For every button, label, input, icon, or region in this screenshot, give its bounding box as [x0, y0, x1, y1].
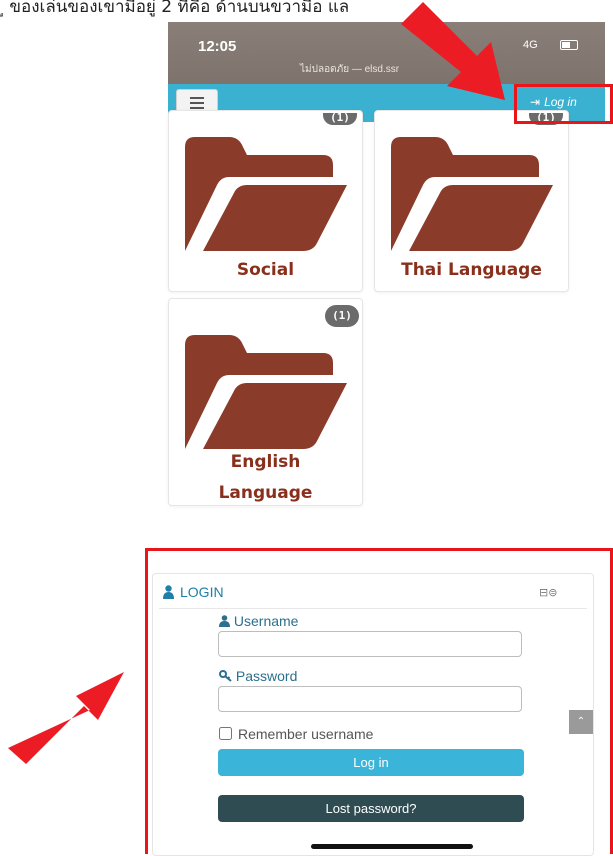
status-bar: 12:05 ไม่ปลอดภัย — elsd.ssr 4G: [168, 22, 605, 84]
category-card-social[interactable]: (1) Social: [168, 110, 363, 292]
status-time: 12:05: [198, 38, 237, 55]
category-name-line1[interactable]: English: [169, 447, 362, 478]
battery-icon: [560, 40, 578, 50]
category-name[interactable]: Thai Language: [375, 255, 568, 286]
category-name-line2[interactable]: Language: [169, 478, 362, 509]
category-card-thai-language[interactable]: (1) Thai Language: [374, 110, 569, 292]
category-name[interactable]: Social: [169, 255, 362, 286]
folder-icon: [391, 137, 553, 251]
arrow-icon: [401, 2, 505, 100]
count-badge: (1): [325, 305, 359, 327]
folder-icon: [185, 137, 347, 251]
count-badge: (1): [323, 112, 357, 125]
folder-icon: [185, 335, 347, 449]
highlight-box-login-block: [145, 548, 613, 854]
arrow-icon: [8, 672, 124, 764]
highlight-box-login-link: [514, 84, 613, 124]
signal-indicator: 4G: [523, 39, 538, 51]
address-url[interactable]: ไม่ปลอดภัย — elsd.ssr: [300, 62, 399, 77]
category-card-english-language[interactable]: (1) English Language: [168, 298, 363, 506]
